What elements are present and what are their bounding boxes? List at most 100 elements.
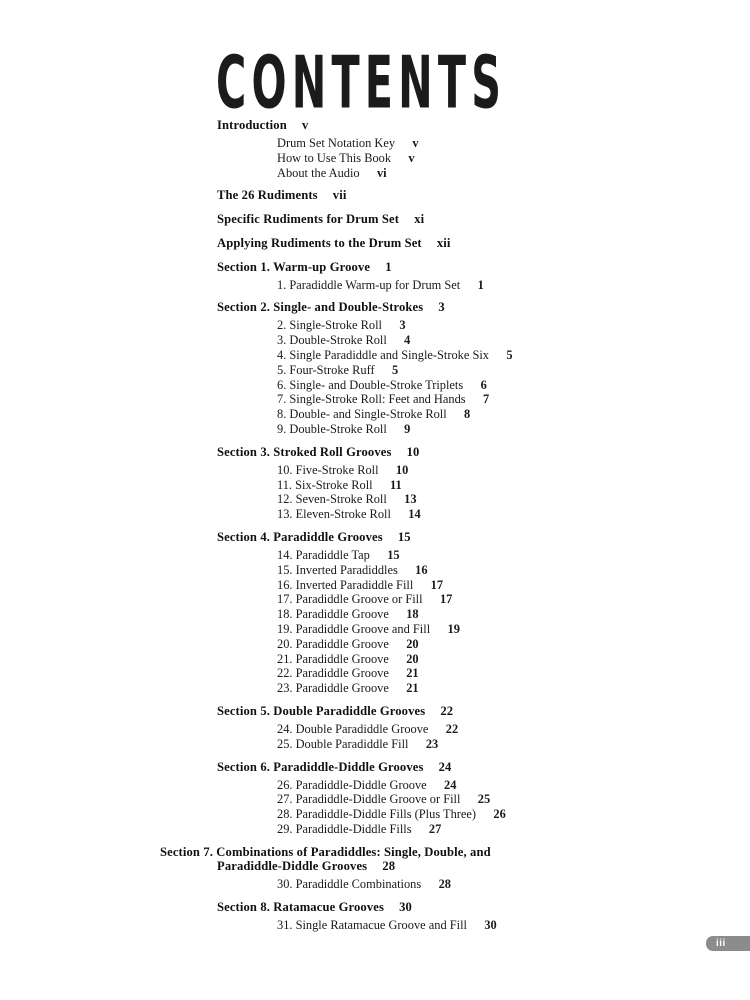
toc-sub-entry[interactable]: 14. Paradiddle Tap 15: [277, 545, 750, 562]
toc-sub-entry[interactable]: 19. Paradiddle Groove and Fill 19: [277, 622, 750, 637]
toc-section-entry[interactable]: Section 1. Warm-up Groove 1: [217, 251, 750, 275]
toc-entry-page-number: 5: [391, 362, 399, 377]
toc-entry-page-number: 22: [440, 703, 454, 718]
toc-entry-title: 23. Paradiddle Groove: [277, 681, 389, 696]
toc-sub-entry[interactable]: 7. Single-Stroke Roll: Feet and Hands 7: [277, 392, 750, 407]
toc-sub-entry[interactable]: 10. Five-Stroke Roll 10: [277, 460, 750, 477]
toc-sub-entry[interactable]: 2. Single-Stroke Roll 3: [277, 316, 750, 333]
toc-entry-title: 8. Double- and Single-Stroke Roll: [277, 407, 447, 422]
toc-entry-page-number: 20: [406, 636, 419, 651]
toc-sub-entry[interactable]: 25. Double Paradiddle Fill 23: [277, 737, 750, 752]
page-canvas: CONTENTS Introduction v Drum Set Notation …: [0, 0, 750, 1000]
toc-entry-title: 20. Paradiddle Groove: [277, 636, 389, 651]
toc-entry-page-number: xii: [436, 235, 451, 250]
toc-sub-entry[interactable]: 31. Single Ratamacue Groove and Fill 30: [277, 915, 750, 932]
toc-section-entry[interactable]: Section 6. Paradiddle-Diddle Grooves 24: [217, 751, 750, 775]
toc-section-entry[interactable]: Section 7. Combinations of Paradiddles: …: [160, 837, 537, 875]
toc-entry-page-number: 30: [399, 899, 412, 914]
toc-sub-entry[interactable]: 28. Paradiddle-Diddle Fills (Plus Three)…: [277, 807, 750, 822]
toc-sub-entry[interactable]: 30. Paradiddle Combinations 28: [277, 874, 750, 891]
toc-entry-page-number: 3: [438, 300, 445, 315]
toc-sub-entry[interactable]: 22. Paradiddle Groove 21: [277, 666, 750, 681]
toc-entry-title: 26. Paradiddle-Diddle Groove: [277, 777, 427, 792]
toc-entry-page-number: v: [301, 118, 309, 132]
toc-entry-page-number: v: [412, 136, 419, 151]
toc-sub-entry[interactable]: 6. Single- and Double-Stroke Triplets 6: [277, 377, 750, 392]
toc-section-entry[interactable]: The 26 Rudiments vii: [217, 180, 750, 204]
toc-sub-entry[interactable]: 23. Paradiddle Groove 21: [277, 681, 750, 696]
toc-section-entry[interactable]: Applying Rudiments to the Drum Set xii: [217, 228, 750, 252]
toc-entry-title: Section 5. Double Paradiddle Grooves: [217, 703, 426, 718]
toc-entry-title: 31. Single Ratamacue Groove and Fill: [277, 917, 467, 932]
toc-sub-entry[interactable]: 26. Paradiddle-Diddle Groove 24: [277, 775, 750, 792]
toc-entry-page-number: 1: [477, 277, 484, 292]
toc-sub-entry[interactable]: 18. Paradiddle Groove 18: [277, 607, 750, 622]
toc-entry-page-number: 7: [482, 392, 490, 407]
toc-entry-page-number: 9: [404, 421, 411, 436]
toc-entry-title: 24. Double Paradiddle Groove: [277, 721, 429, 736]
toc-section-entry[interactable]: Introduction v: [217, 118, 750, 134]
toc-entry-page-number: 8: [464, 407, 471, 422]
toc-entry-page-number: 26: [493, 807, 506, 822]
toc-sub-entry[interactable]: 9. Double-Stroke Roll 9: [277, 422, 750, 437]
toc-entry-title: 22. Paradiddle Groove: [277, 666, 389, 681]
toc-entry-page-number: 19: [447, 621, 460, 636]
toc-sub-entry[interactable]: 21. Paradiddle Groove 20: [277, 651, 750, 666]
toc-entry-title: Section 8. Ratamacue Grooves: [217, 899, 384, 914]
toc-entry-page-number: 25: [477, 792, 491, 807]
toc-entry-page-number: 22: [445, 721, 459, 736]
toc-sub-entry[interactable]: About the Audio vi: [277, 165, 750, 180]
toc-sub-entry[interactable]: 17. Paradiddle Groove or Fill 17: [277, 592, 750, 607]
toc-sub-entry[interactable]: How to Use This Book v: [277, 151, 750, 166]
toc-sub-entry[interactable]: 12. Seven-Stroke Roll 13: [277, 492, 750, 507]
toc-sub-entry[interactable]: 20. Paradiddle Groove 20: [277, 637, 750, 652]
toc-entry-title: The 26 Rudiments: [217, 188, 318, 203]
toc-sub-entry[interactable]: 27. Paradiddle-Diddle Groove or Fill 25: [277, 792, 750, 807]
toc-entry-title: 5. Four-Stroke Ruff: [277, 362, 375, 377]
toc-sub-entry[interactable]: 29. Paradiddle-Diddle Fills 27: [277, 822, 750, 837]
toc-section-entry[interactable]: Section 2. Single- and Double-Strokes 3: [217, 292, 750, 316]
toc-entry-page-number: 18: [406, 607, 419, 622]
toc-entry-page-number: xi: [414, 212, 425, 227]
toc-entry-page-number: 20: [406, 651, 419, 666]
toc-entry-title: 14. Paradiddle Tap: [277, 548, 370, 563]
toc-entry-page-number: 30: [484, 917, 497, 932]
toc-sub-entry[interactable]: 1. Paradiddle Warm-up for Drum Set 1: [277, 275, 750, 292]
toc-entry-title: About the Audio: [277, 165, 360, 180]
toc-section-entry[interactable]: Section 3. Stroked Roll Grooves 10: [217, 437, 750, 461]
toc-entry-title: 10. Five-Stroke Roll: [277, 462, 379, 477]
toc-section-entry[interactable]: Specific Rudiments for Drum Set xi: [217, 204, 750, 228]
toc-sub-entry[interactable]: 3. Double-Stroke Roll 4: [277, 333, 750, 348]
toc-section-entry[interactable]: Section 8. Ratamacue Grooves 30: [217, 891, 750, 915]
toc-sub-entry[interactable]: Drum Set Notation Key v: [277, 134, 750, 151]
toc-entry-title: 17. Paradiddle Groove or Fill: [277, 592, 423, 607]
toc-entry-page-number: 15: [397, 529, 411, 544]
toc-sub-entry[interactable]: 13. Eleven-Stroke Roll 14: [277, 507, 750, 522]
toc-entry-page-number: 28: [382, 858, 396, 873]
toc-entry-title: Section 2. Single- and Double-Strokes: [217, 300, 424, 315]
toc-entry-title: 30. Paradiddle Combinations: [277, 876, 422, 891]
toc-entry-page-number: vi: [376, 165, 387, 180]
toc-entry-title: 15. Inverted Paradiddles: [277, 562, 398, 577]
toc-section-entry[interactable]: Section 5. Double Paradiddle Grooves 22: [217, 696, 750, 720]
page-title: CONTENTS: [216, 40, 507, 125]
toc-entry-page-number: 24: [438, 759, 452, 774]
toc-entry-page-number: 1: [385, 259, 392, 274]
toc-entry-title: 18. Paradiddle Groove: [277, 607, 389, 622]
toc-entry-title: 11. Six-Stroke Roll: [277, 477, 373, 492]
toc-entry-title: Section 4. Paradiddle Grooves: [217, 529, 383, 544]
toc-entry-title: 4. Single Paradiddle and Single-Stroke S…: [277, 348, 489, 363]
toc-sub-entry[interactable]: 16. Inverted Paradiddle Fill 17: [277, 577, 750, 592]
toc-sub-entry[interactable]: 5. Four-Stroke Ruff 5: [277, 363, 750, 378]
toc-section-entry[interactable]: Section 4. Paradiddle Grooves 15: [217, 522, 750, 546]
toc-sub-entry[interactable]: 15. Inverted Paradiddles 16: [277, 563, 750, 578]
toc-entry-title: 6. Single- and Double-Stroke Triplets: [277, 377, 464, 392]
toc-entry-title: 13. Eleven-Stroke Roll: [277, 507, 391, 522]
toc-entry-title: Section 1. Warm-up Groove: [217, 259, 371, 274]
toc-entry-page-number: 21: [406, 681, 419, 696]
toc-sub-entry[interactable]: 4. Single Paradiddle and Single-Stroke S…: [277, 348, 750, 363]
toc-sub-entry[interactable]: 11. Six-Stroke Roll 11: [277, 477, 750, 492]
toc-entry-page-number: 15: [387, 548, 400, 563]
toc-sub-entry[interactable]: 24. Double Paradiddle Groove 22: [277, 719, 750, 736]
toc-sub-entry[interactable]: 8. Double- and Single-Stroke Roll 8: [277, 407, 750, 422]
